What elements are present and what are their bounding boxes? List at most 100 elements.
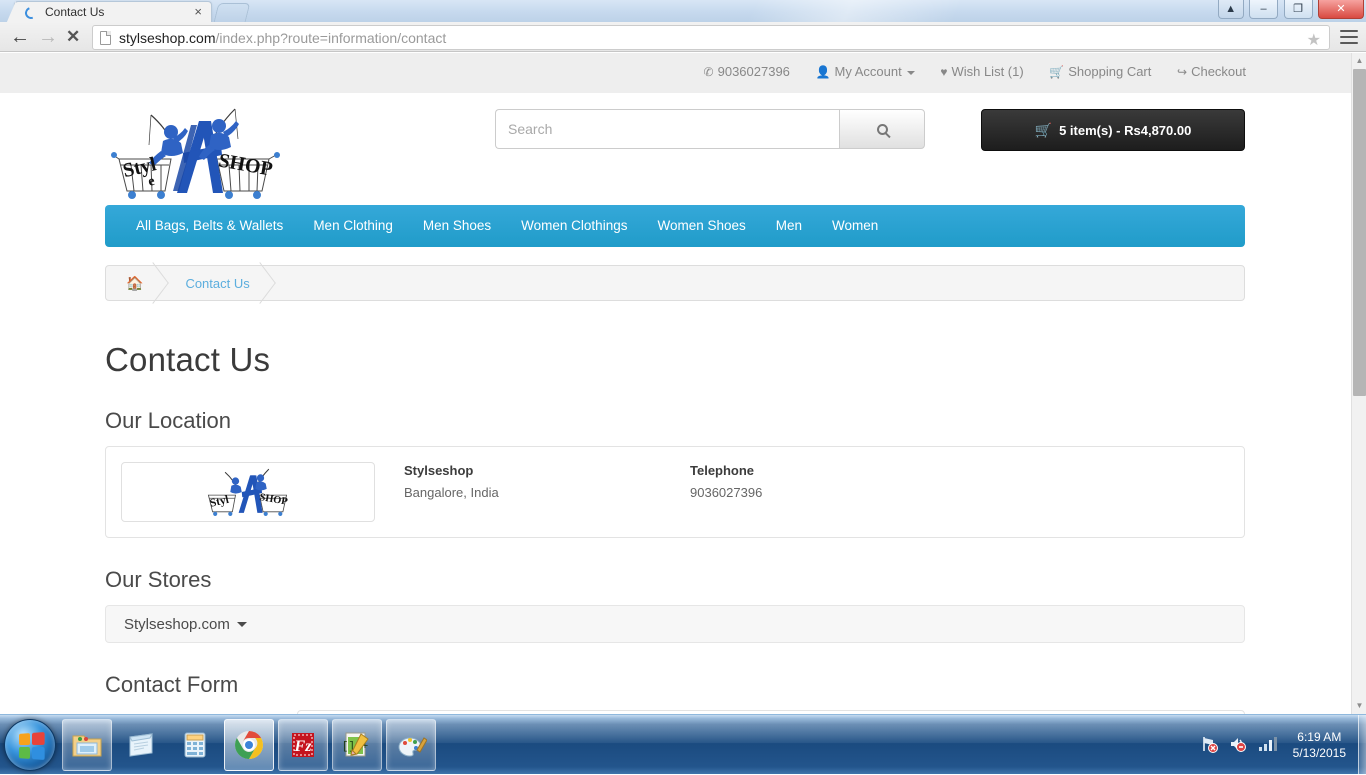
- svg-text:Styl: Styl: [209, 494, 230, 510]
- clock-time: 6:19 AM: [1297, 730, 1342, 744]
- bookmark-star-icon[interactable]: ★: [1307, 30, 1321, 50]
- location-logo-graphic: Styl SHOP: [207, 468, 289, 516]
- page-document-icon: [100, 31, 111, 45]
- shopping-cart-icon: 🛒: [1034, 121, 1053, 138]
- forward-icon[interactable]: →: [38, 27, 58, 47]
- tab-close-icon[interactable]: ×: [194, 5, 202, 19]
- top-link-checkout[interactable]: ↪ Checkout: [1177, 64, 1246, 79]
- chevron-down-icon: [236, 621, 247, 627]
- scroll-down-icon[interactable]: ▼: [1352, 698, 1366, 714]
- window-close-button[interactable]: ✕: [1318, 0, 1364, 19]
- top-link-shopping-cart-label: Shopping Cart: [1068, 64, 1152, 79]
- browser-toolbar: ← → ✕ stylseshop.com/index.php?route=inf…: [0, 22, 1366, 52]
- address-bar-url: stylseshop.com/index.php?route=informati…: [119, 30, 446, 46]
- location-store-name: Stylseshop: [404, 463, 474, 478]
- page-title: Contact Us: [105, 341, 271, 378]
- top-link-my-account-label: My Account: [834, 64, 902, 79]
- taskbar-item-calculator[interactable]: [170, 719, 220, 771]
- nav-item-women[interactable]: Women: [817, 205, 893, 247]
- location-panel: Styl SHOP Stylseshop Bangalore, India Te…: [105, 446, 1245, 538]
- show-desktop-button[interactable]: [1358, 715, 1366, 775]
- top-links: ✆ 9036027396 👤 My Account ♥ Wish List (1) 🛒…: [704, 64, 1246, 79]
- nav-item-men-shoes[interactable]: Men Shoes: [408, 205, 506, 247]
- system-tray: 6:19 AM 5/13/2015: [1201, 715, 1358, 775]
- heart-icon: ♥: [940, 65, 948, 79]
- tab-title: Contact Us: [45, 5, 105, 19]
- our-stores-heading: Our Stores: [105, 567, 212, 592]
- taskbar-item-google-chrome[interactable]: [224, 719, 274, 771]
- chrome-menu-icon[interactable]: [1340, 30, 1358, 44]
- window-controls: ▲ – ❐ ✕: [1217, 0, 1364, 21]
- search-button[interactable]: [839, 109, 925, 149]
- window-minimize-button[interactable]: –: [1249, 0, 1279, 19]
- back-icon[interactable]: ←: [10, 27, 30, 47]
- nav-item-women-shoes[interactable]: Women Shoes: [642, 205, 760, 247]
- top-link-phone[interactable]: ✆ 9036027396: [704, 64, 790, 79]
- location-store: Stylseshop Bangalore, India: [404, 463, 499, 500]
- nav-item-women-clothings[interactable]: Women Clothings: [506, 205, 642, 247]
- breadcrumb: 🏠 Contact Us: [105, 265, 1245, 301]
- page-content: Styl e SHOP 🛒 5 item(s) - Rs4,870.00: [105, 93, 1245, 714]
- tab-loading-spinner-icon: [23, 5, 39, 21]
- notepad-icon: [129, 733, 153, 757]
- network-error-icon[interactable]: [1201, 735, 1219, 756]
- stop-loading-icon[interactable]: ✕: [66, 27, 80, 47]
- search-icon: [876, 123, 888, 135]
- folder-icon: [72, 735, 102, 757]
- paint-icon: [398, 737, 427, 757]
- logo-graphic: Styl e SHOP: [111, 108, 280, 199]
- search-input[interactable]: [495, 109, 839, 149]
- nav-item-men[interactable]: Men: [761, 205, 817, 247]
- location-telephone: Telephone 9036027396: [690, 463, 762, 500]
- taskbar-item-windows-explorer[interactable]: [62, 719, 112, 771]
- windows-taskbar: Fz []++: [0, 714, 1366, 775]
- address-bar[interactable]: stylseshop.com/index.php?route=informati…: [92, 25, 1330, 50]
- top-link-wish-list[interactable]: ♥ Wish List (1): [940, 64, 1023, 79]
- store-selector[interactable]: Stylseshop.com: [105, 605, 1245, 643]
- top-link-wish-list-label: Wish List (1): [951, 64, 1024, 79]
- signal-bars-icon[interactable]: [1257, 735, 1277, 756]
- svg-text:e: e: [147, 174, 156, 190]
- taskbar-item-notepad[interactable]: [116, 719, 166, 771]
- home-icon: 🏠: [126, 274, 144, 291]
- url-host: stylseshop.com: [119, 30, 216, 46]
- top-link-checkout-label: Checkout: [1191, 64, 1246, 79]
- cart-icon: 🛒: [1049, 65, 1065, 79]
- taskbar-clock[interactable]: 6:19 AM 5/13/2015: [1293, 729, 1346, 761]
- volume-muted-icon[interactable]: [1229, 735, 1247, 756]
- nav-item-men-clothing[interactable]: Men Clothing: [298, 205, 408, 247]
- browser-tab[interactable]: Contact Us ×: [6, 1, 212, 22]
- chrome-icon: [235, 731, 263, 759]
- search-box[interactable]: [495, 109, 925, 149]
- location-address: Bangalore, India: [404, 485, 499, 500]
- main-navigation: All Bags, Belts & Wallets Men Clothing M…: [105, 205, 1245, 247]
- site-logo[interactable]: Styl e SHOP: [105, 105, 285, 201]
- location-logo-thumbnail[interactable]: Styl SHOP: [121, 462, 375, 522]
- page-scrollbar[interactable]: ▲ ▼: [1351, 53, 1366, 714]
- cart-total-button[interactable]: 🛒 5 item(s) - Rs4,870.00: [981, 109, 1245, 151]
- user-icon: 👤: [815, 65, 831, 79]
- contact-form-heading: Contact Form: [105, 672, 239, 697]
- top-link-my-account[interactable]: 👤 My Account: [816, 64, 915, 79]
- scrollbar-thumb[interactable]: [1353, 69, 1366, 396]
- share-arrow-icon: ↪: [1177, 65, 1188, 79]
- phone-icon: ✆: [703, 65, 714, 79]
- taskbar-item-paint[interactable]: [386, 719, 436, 771]
- breadcrumb-home[interactable]: 🏠: [106, 265, 165, 301]
- svg-text:SHOP: SHOP: [259, 492, 289, 508]
- our-location-heading: Our Location: [105, 408, 231, 433]
- start-button[interactable]: [4, 719, 56, 771]
- chevron-down-icon: [906, 70, 915, 75]
- breadcrumb-contact-us[interactable]: Contact Us: [165, 265, 271, 301]
- top-link-shopping-cart[interactable]: 🛒 Shopping Cart: [1049, 64, 1151, 79]
- scroll-up-icon[interactable]: ▲: [1352, 53, 1366, 69]
- nav-item-all-bags-belts-wallets[interactable]: All Bags, Belts & Wallets: [121, 205, 298, 247]
- window-restore-button[interactable]: ❐: [1283, 0, 1313, 19]
- taskbar-item-notepad-plus-plus[interactable]: []++: [332, 719, 382, 771]
- taskbar-item-filezilla[interactable]: Fz: [278, 719, 328, 771]
- new-tab-button[interactable]: [213, 3, 251, 22]
- windows-logo-icon: [19, 732, 45, 760]
- window-extra-button[interactable]: ▲: [1217, 0, 1244, 19]
- location-telephone-value: 9036027396: [690, 485, 763, 500]
- store-selector-label: Stylseshop.com: [124, 615, 230, 633]
